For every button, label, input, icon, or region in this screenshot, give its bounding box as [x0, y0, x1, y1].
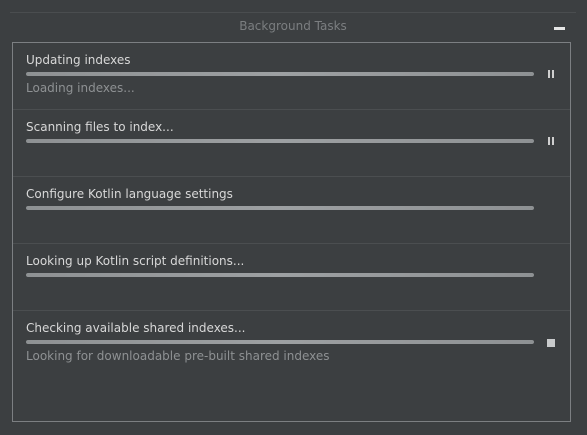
progress-bar — [26, 340, 534, 344]
background-tasks-window: Background Tasks Updating indexes Loadin… — [0, 0, 587, 435]
pause-icon[interactable] — [546, 69, 556, 79]
task-subtext: Loading indexes... — [26, 81, 135, 95]
window-titlebar: Background Tasks — [10, 12, 576, 41]
progress-fill — [26, 139, 534, 143]
task-label: Looking up Kotlin script definitions... — [26, 254, 245, 268]
task-shared-indexes: Checking available shared indexes... Loo… — [13, 311, 570, 378]
task-label: Updating indexes — [26, 53, 131, 67]
task-updating-indexes: Updating indexes Loading indexes... — [13, 43, 570, 110]
progress-bar — [26, 206, 534, 210]
progress-bar — [26, 72, 534, 76]
task-subtext: Looking for downloadable pre-built share… — [26, 349, 330, 363]
task-label: Checking available shared indexes... — [26, 321, 246, 335]
minimize-icon[interactable] — [554, 21, 566, 33]
task-label: Scanning files to index... — [26, 120, 174, 134]
progress-bar — [26, 139, 534, 143]
stop-icon[interactable] — [546, 338, 556, 348]
window-title: Background Tasks — [239, 19, 347, 33]
progress-fill — [26, 206, 534, 210]
task-label: Configure Kotlin language settings — [26, 187, 233, 201]
task-scanning-files: Scanning files to index... — [13, 110, 570, 177]
pause-icon[interactable] — [546, 136, 556, 146]
tasks-panel: Updating indexes Loading indexes... Scan… — [12, 42, 571, 422]
task-kotlin-script-definitions: Looking up Kotlin script definitions... — [13, 244, 570, 311]
progress-fill — [26, 340, 534, 344]
progress-bar — [26, 273, 534, 277]
progress-fill — [26, 72, 534, 76]
task-configure-kotlin: Configure Kotlin language settings — [13, 177, 570, 244]
progress-fill — [26, 273, 534, 277]
